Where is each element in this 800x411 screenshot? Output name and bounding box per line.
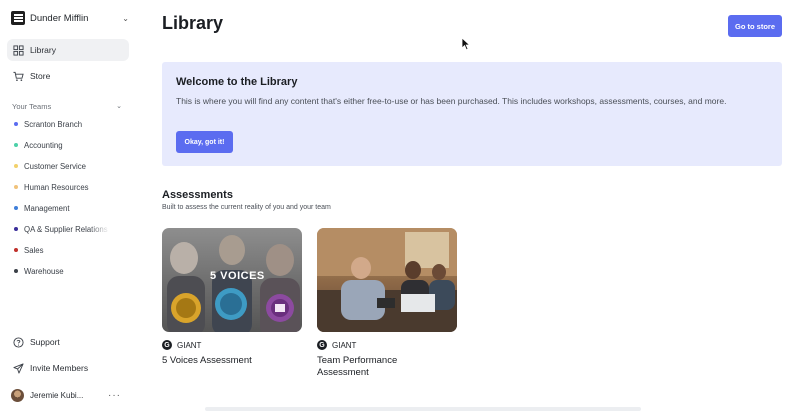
team-color-dot xyxy=(14,269,18,273)
provider-name: GIANT xyxy=(332,340,357,350)
nav-item-library[interactable]: Library xyxy=(7,39,129,61)
chevron-down-icon[interactable]: ⌄ xyxy=(116,102,122,111)
nav-item-invite-members[interactable]: Invite Members xyxy=(7,357,129,379)
card-thumbnail[interactable]: 5 VOICES xyxy=(162,228,302,332)
team-item-human-resources[interactable]: Human Resources xyxy=(14,181,114,193)
team-color-dot xyxy=(14,143,18,147)
card-title[interactable]: Team Performance Assessment xyxy=(317,355,427,379)
team-label: Management xyxy=(24,203,70,213)
user-profile[interactable]: Jeremie Kubi... ··· xyxy=(11,388,121,402)
card-title[interactable]: 5 Voices Assessment xyxy=(162,355,302,367)
team-color-dot xyxy=(14,227,18,231)
team-item-scranton-branch[interactable]: Scranton Branch xyxy=(14,118,114,130)
cart-icon xyxy=(13,71,24,81)
team-item-customer-service[interactable]: Customer Service xyxy=(14,160,114,172)
welcome-banner: Welcome to the Library This is where you… xyxy=(162,62,782,166)
assessment-card-team-performance[interactable]: G GIANT Team Performance Assessment xyxy=(317,228,457,379)
user-name: Jeremie Kubi... xyxy=(30,390,84,400)
nav-item-label: Store xyxy=(30,71,51,81)
nav-item-label: Support xyxy=(30,337,60,347)
card-provider: G GIANT xyxy=(162,340,302,350)
team-color-dot xyxy=(14,206,18,210)
team-color-dot xyxy=(14,122,18,126)
giant-logo-icon: G xyxy=(317,340,327,350)
team-color-dot xyxy=(14,248,18,252)
mouse-cursor-icon xyxy=(461,37,471,51)
team-item-accounting[interactable]: Accounting xyxy=(14,139,114,151)
team-label: Accounting xyxy=(24,140,63,150)
teams-section-header[interactable]: Your Teams ⌄ xyxy=(12,102,122,111)
go-to-store-button[interactable]: Go to store xyxy=(728,15,782,37)
dismiss-welcome-button[interactable]: Okay, got it! xyxy=(176,131,233,153)
chevron-down-icon[interactable]: ⌄ xyxy=(122,14,129,23)
nav-item-label: Library xyxy=(30,45,56,55)
team-label: Sales xyxy=(24,245,44,255)
team-label: Human Resources xyxy=(24,182,89,192)
team-item-qa-supplier-relations[interactable]: QA & Supplier Relations xyxy=(14,223,110,235)
org-switcher[interactable]: Dunder Mifflin ⌄ xyxy=(11,10,129,26)
team-item-management[interactable]: Management xyxy=(14,202,114,214)
more-options-icon[interactable]: ··· xyxy=(108,390,121,401)
team-item-sales[interactable]: Sales xyxy=(14,244,114,256)
team-color-dot xyxy=(14,164,18,168)
card-thumbnail[interactable] xyxy=(317,228,457,332)
help-circle-icon xyxy=(13,336,24,348)
team-label: QA & Supplier Relations xyxy=(24,224,108,234)
nav-item-store[interactable]: Store xyxy=(7,65,129,87)
grid-icon xyxy=(13,44,24,56)
welcome-title: Welcome to the Library xyxy=(176,76,298,88)
team-label: Warehouse xyxy=(24,266,64,276)
giant-logo-icon: G xyxy=(162,340,172,350)
teams-heading: Your Teams xyxy=(12,102,52,111)
nav-item-support[interactable]: Support xyxy=(7,331,129,353)
assessment-card-5-voices[interactable]: 5 VOICES G GIANT 5 Voices Assessment xyxy=(162,228,302,367)
org-logo xyxy=(11,11,25,25)
avatar xyxy=(11,388,24,402)
five-voices-thumb-text: 5 VOICES xyxy=(210,270,265,282)
org-name: Dunder Mifflin xyxy=(30,12,89,24)
team-color-dot xyxy=(14,185,18,189)
sidebar: Dunder Mifflin ⌄ Library Store Your Team… xyxy=(0,0,140,411)
team-meeting-image xyxy=(317,228,457,332)
page-title: Library xyxy=(162,13,224,33)
provider-name: GIANT xyxy=(177,340,202,350)
team-label: Customer Service xyxy=(24,161,86,171)
assessments-subtitle: Built to assess the current reality of y… xyxy=(162,204,331,211)
card-provider: G GIANT xyxy=(317,340,457,350)
welcome-body: This is where you will find any content … xyxy=(176,96,727,106)
send-icon xyxy=(13,362,24,374)
nav-item-label: Invite Members xyxy=(30,363,89,373)
assessments-title: Assessments xyxy=(162,189,233,201)
horizontal-scrollbar[interactable] xyxy=(205,407,641,411)
team-item-warehouse[interactable]: Warehouse xyxy=(14,265,114,277)
team-label: Scranton Branch xyxy=(24,119,83,129)
